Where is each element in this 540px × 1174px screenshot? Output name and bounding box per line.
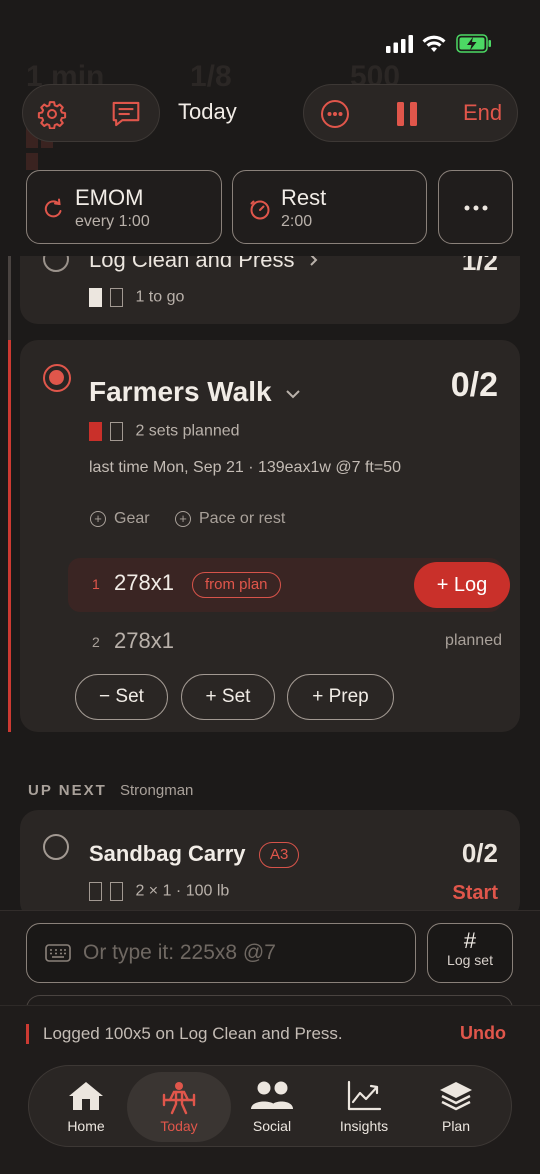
exercise-card-current: Farmers Walk 0/2 2 sets planned last tim…: [20, 340, 520, 732]
signal-icon: [386, 35, 413, 53]
wifi-icon: [422, 35, 446, 52]
rest-label: Rest: [281, 185, 327, 210]
set-pending-marker: [110, 882, 123, 901]
active-radio[interactable]: [43, 364, 71, 392]
end-workout-button[interactable]: End: [463, 100, 502, 126]
set-progress: 2 sets planned: [89, 422, 240, 441]
pause-icon[interactable]: [390, 97, 424, 131]
set-pending-marker: [110, 288, 123, 307]
timeline-line-active: [8, 340, 11, 732]
add-gear-button[interactable]: + Gear: [90, 510, 150, 528]
set-progress: 2 × 1 · 100 lb: [89, 882, 229, 901]
up-next-heading: UP NEXT: [28, 782, 107, 799]
layers-icon: [440, 1082, 472, 1111]
exercise-name[interactable]: Sandbag Carry: [89, 841, 246, 867]
tab-label: Social: [252, 1118, 292, 1134]
tab-home[interactable]: Home: [41, 1066, 131, 1148]
rest-duration: 2:00: [281, 213, 313, 230]
set-progress: 1 to go: [89, 288, 184, 307]
exercise-card-next[interactable]: Sandbag Carry A3 0/2 2 × 1 · 100 lb Star…: [20, 810, 520, 910]
exercise-progress: 0/2: [450, 366, 498, 404]
tab-label: Insights: [339, 1118, 389, 1134]
plus-circle-icon: +: [175, 511, 191, 527]
emom-interval: every 1:00: [75, 213, 150, 230]
timeline-line: [8, 256, 11, 340]
tab-label: Today: [160, 1118, 198, 1134]
sets-remaining: 1 to go: [135, 288, 185, 306]
up-next-group: Strongman: [120, 782, 194, 799]
exercise-progress: 1/2: [461, 256, 498, 276]
incomplete-radio[interactable]: [43, 256, 69, 272]
page-title: Today: [178, 99, 237, 124]
plus-circle-icon: +: [90, 511, 106, 527]
tab-insights[interactable]: Insights: [319, 1066, 409, 1148]
more-chip-button[interactable]: [438, 170, 513, 244]
chart-icon: [347, 1080, 382, 1111]
status-bar: [0, 0, 540, 70]
people-icon: [251, 1081, 293, 1109]
set-number: 1: [92, 576, 100, 592]
keyboard-icon: [45, 944, 71, 962]
hash-icon: #: [463, 928, 477, 953]
toast-message: Logged 100x5 on Log Clean and Press.: [43, 1024, 343, 1043]
log-set-button[interactable]: + Log: [414, 562, 510, 608]
tab-today[interactable]: Today: [127, 1072, 231, 1142]
add-set-button[interactable]: + Set: [181, 674, 275, 720]
set-value[interactable]: 278x1: [114, 628, 174, 654]
battery-charging-icon: [456, 34, 491, 53]
sets-planned: 2 sets planned: [135, 422, 240, 440]
set-row[interactable]: 2 278x1 planned: [68, 622, 502, 666]
chevron-down-icon: [286, 389, 301, 399]
exercise-name[interactable]: Log Clean and Press: [89, 256, 319, 273]
toolbar-left-pill: [22, 84, 160, 142]
remove-set-button[interactable]: − Set: [75, 674, 168, 720]
more-options-icon[interactable]: [318, 97, 352, 131]
emom-chip[interactable]: EMOM every 1:00: [26, 170, 222, 244]
tab-label: Plan: [441, 1118, 471, 1134]
set-status: planned: [445, 632, 502, 649]
log-set-quick-button[interactable]: # Log set: [427, 923, 513, 983]
timer-icon: [250, 200, 270, 220]
ellipsis-icon: [464, 205, 488, 211]
home-icon: [69, 1082, 103, 1110]
last-time-summary: last time Mon, Sep 21 · 139eax1w @7 ft=5…: [89, 459, 401, 476]
bottom-panel: # Log set Logged 100x5 on Log Clean and …: [0, 910, 540, 1174]
set-entry-field[interactable]: [26, 923, 416, 983]
superset-tag: A3: [259, 842, 300, 868]
chevron-right-icon: [309, 256, 318, 266]
chat-message-icon[interactable]: [109, 97, 143, 131]
toast-accent-bar: [26, 1024, 29, 1044]
rest-chip[interactable]: Rest 2:00: [232, 170, 427, 244]
set-pending-marker: [110, 422, 123, 441]
start-exercise-button[interactable]: Start: [452, 882, 498, 905]
set-number: 2: [92, 634, 100, 650]
set-entry-input[interactable]: [83, 938, 403, 968]
set-row[interactable]: 1 278x1 from plan + Log: [68, 558, 510, 612]
workout-toolbar: Today End: [22, 84, 518, 142]
tab-label: Home: [67, 1118, 105, 1134]
tab-bar: Home Today Social Insights Plan: [28, 1065, 512, 1147]
add-pace-or-rest-button[interactable]: + Pace or rest: [175, 510, 285, 528]
set-pending-marker: [89, 882, 102, 901]
tab-social[interactable]: Social: [227, 1066, 317, 1148]
exercise-prescription: 2 × 1 · 100 lb: [135, 882, 230, 900]
set-done-marker: [89, 288, 102, 307]
log-set-label: Log set: [447, 952, 493, 968]
add-prep-button[interactable]: + Prep: [287, 674, 394, 720]
undo-toast: Logged 100x5 on Log Clean and Press. Und…: [0, 1005, 540, 1065]
tab-plan[interactable]: Plan: [411, 1066, 501, 1148]
exercise-progress: 0/2: [461, 838, 498, 868]
repeat-cycle-icon: [44, 198, 62, 218]
settings-gear-icon[interactable]: [35, 97, 69, 131]
exercise-card-previous[interactable]: Log Clean and Press 1/2 1 to go: [20, 256, 520, 324]
set-current-marker: [89, 422, 102, 441]
emom-label: EMOM: [75, 185, 144, 210]
barbell-lifter-icon: [162, 1082, 196, 1115]
undo-button[interactable]: Undo: [460, 1023, 506, 1044]
exercise-name[interactable]: Farmers Walk: [89, 376, 301, 408]
incomplete-radio[interactable]: [43, 834, 69, 860]
set-value[interactable]: 278x1: [114, 570, 174, 596]
from-plan-badge: from plan: [192, 572, 281, 598]
workout-list[interactable]: Log Clean and Press 1/2 1 to go Farmers …: [0, 256, 540, 910]
